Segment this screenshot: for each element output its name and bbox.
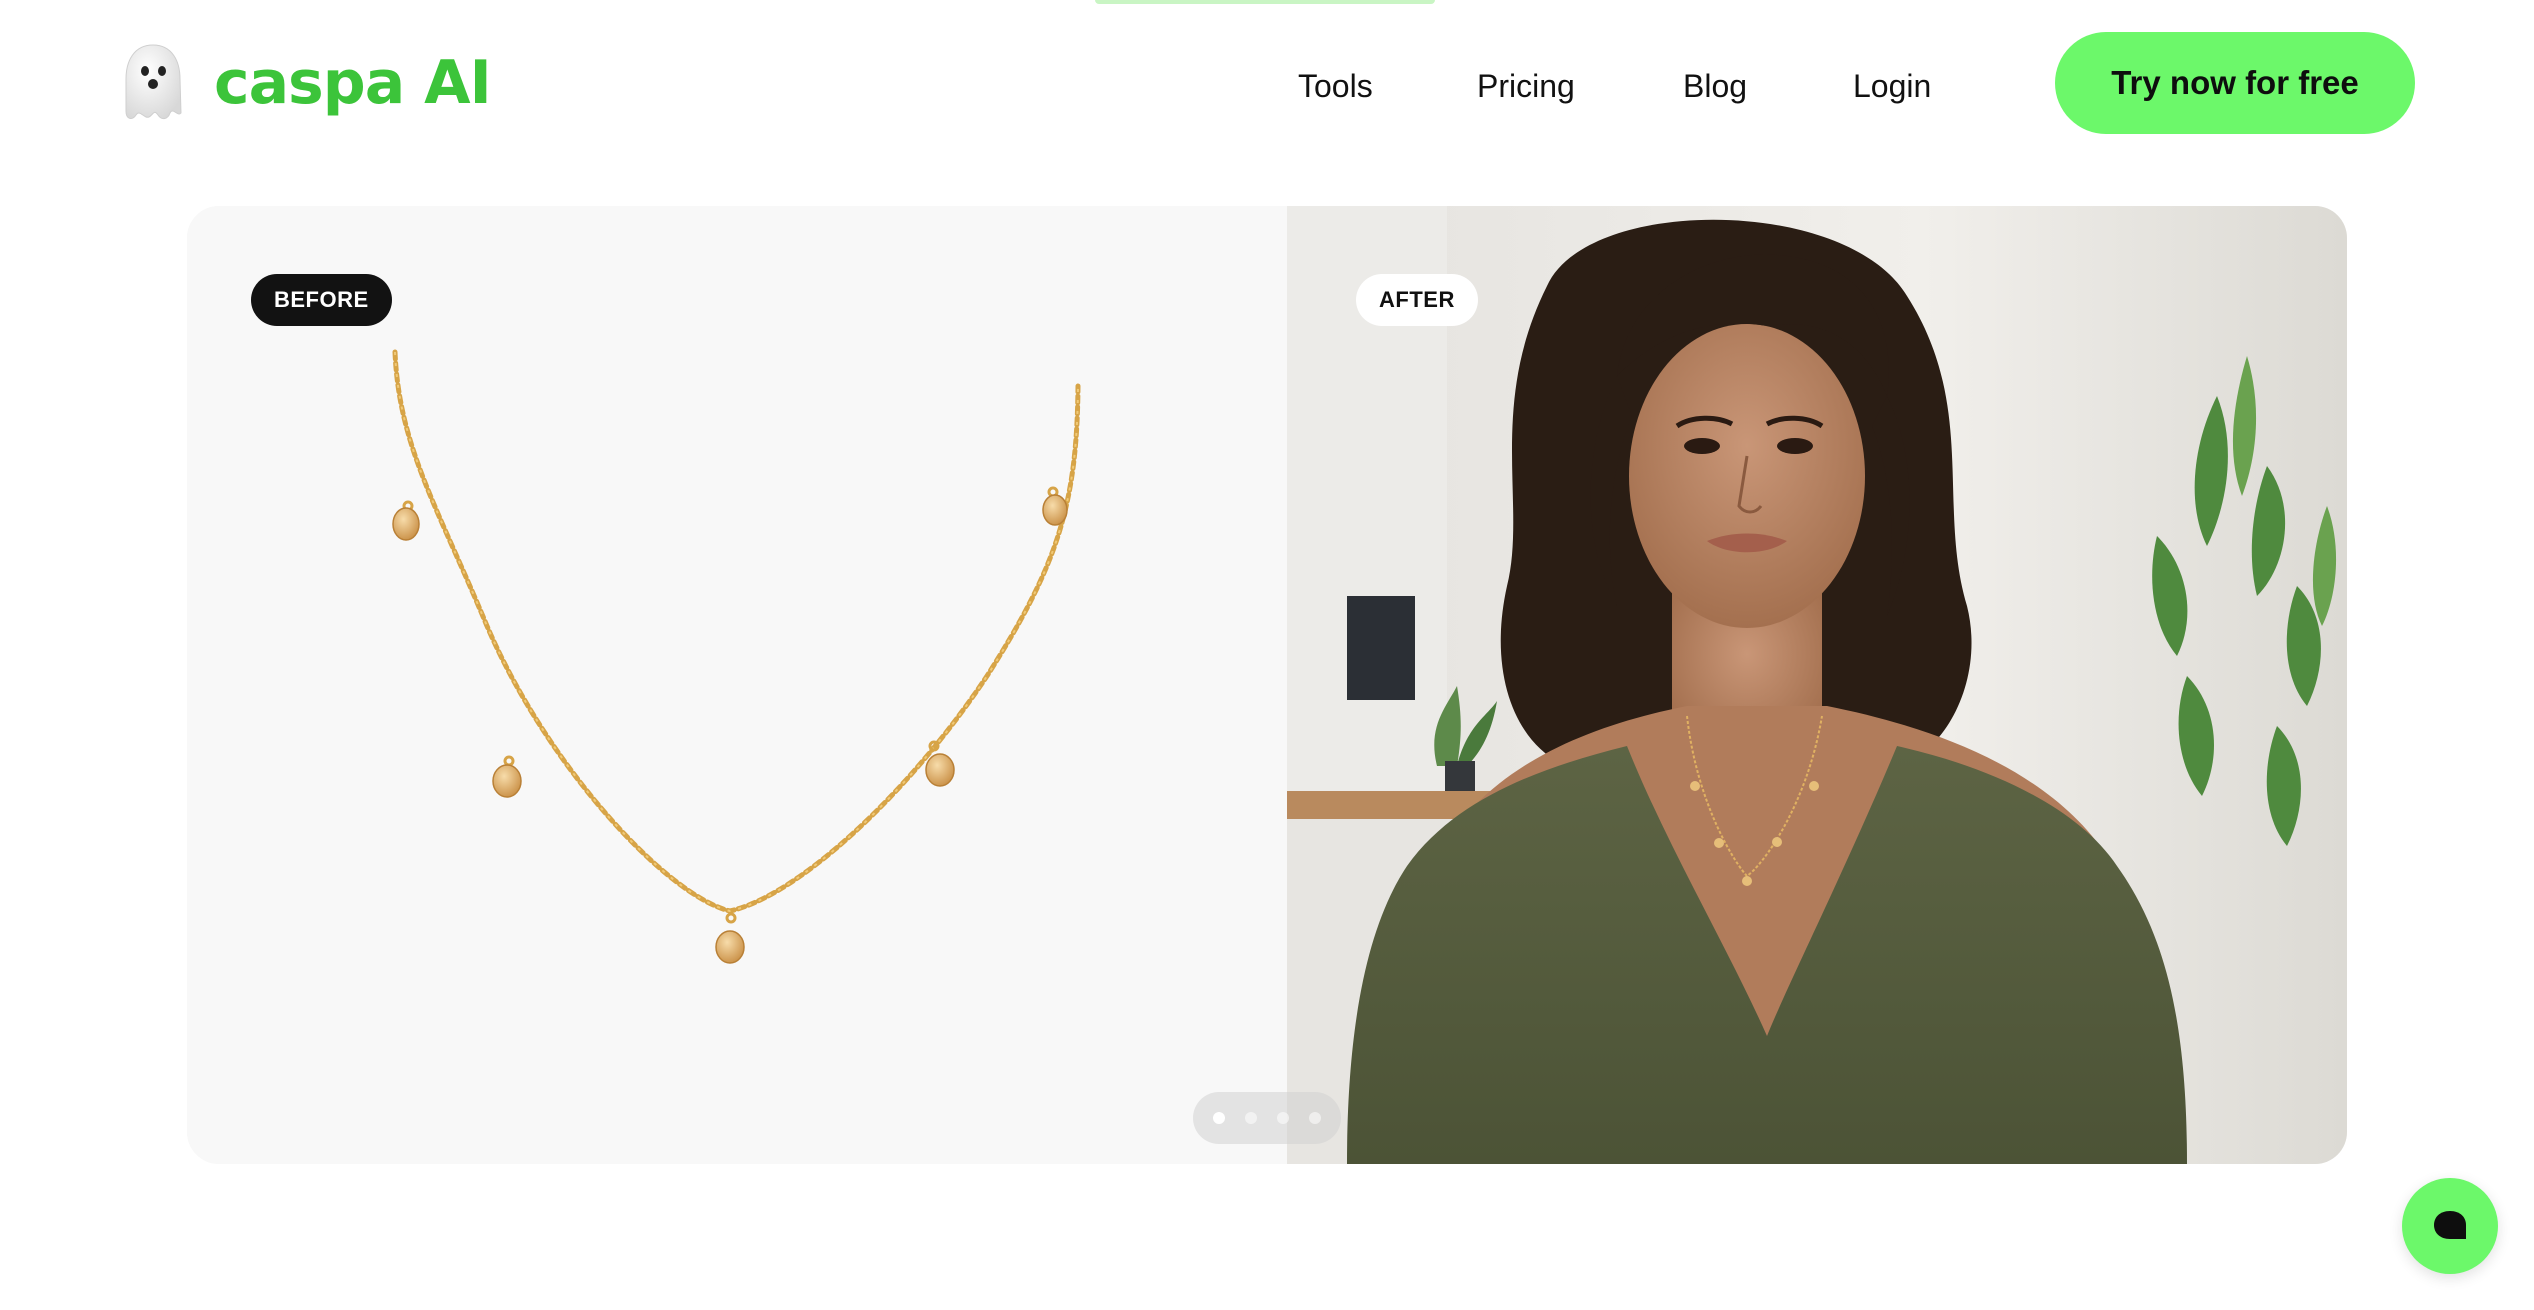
ghost-icon [125,44,182,120]
slide-dot-4[interactable] [1309,1112,1321,1124]
slide-dot-2[interactable] [1245,1112,1257,1124]
brand-name: caspa AI [214,48,492,118]
nav-blog[interactable]: Blog [1683,58,1747,114]
nav-pricing[interactable]: Pricing [1477,58,1575,114]
before-pane: BEFORE [187,206,1287,1164]
after-pane: AFTER [1287,206,2347,1164]
slide-dot-1[interactable] [1213,1112,1225,1124]
nav-login[interactable]: Login [1853,58,1931,114]
chat-launcher-button[interactable] [2402,1178,2498,1274]
after-badge: AFTER [1356,274,1478,326]
before-after-comparison: BEFORE AFTER [187,206,2347,1164]
slide-indicator [1193,1092,1341,1144]
necklace-product-image [392,349,1081,964]
slide-dot-3[interactable] [1277,1112,1289,1124]
chat-bubble-icon [2434,1211,2466,1239]
try-now-button[interactable]: Try now for free [2055,32,2415,134]
nav-tools[interactable]: Tools [1298,58,1373,114]
brand-logo[interactable]: caspa AI [118,40,492,126]
site-header: caspa AI Tools Pricing Blog Login Try no… [0,0,2534,170]
model-wearing-necklace-image [1287,206,2347,1164]
before-badge: BEFORE [251,274,392,326]
